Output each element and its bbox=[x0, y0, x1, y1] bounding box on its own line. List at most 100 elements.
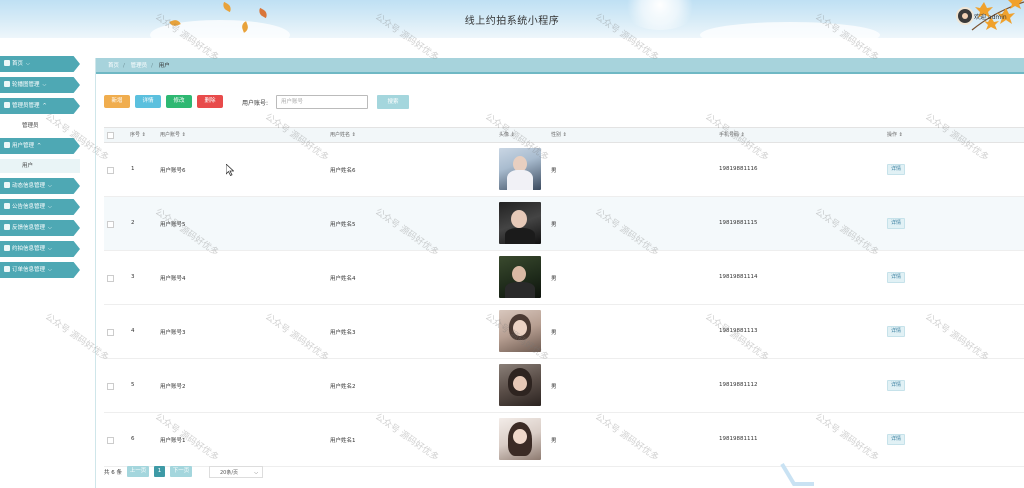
row-index: 1 bbox=[131, 166, 135, 172]
top-header: 线上约拍系统小程序 欢迎 admin bbox=[0, 0, 1024, 38]
user-name-label[interactable]: 欢迎 admin bbox=[974, 12, 1007, 21]
col-name[interactable]: 用户姓名 ⇕ bbox=[330, 128, 356, 142]
col-phone[interactable]: 手机号码 ⇕ bbox=[719, 128, 745, 142]
avatar-photo bbox=[499, 202, 541, 244]
chevron-down-icon: ⌵ bbox=[48, 204, 52, 210]
row-index: 5 bbox=[131, 382, 135, 388]
sidebar-subitem-user[interactable]: 用户 bbox=[0, 159, 80, 173]
row-detail-button[interactable]: 详情 bbox=[887, 434, 906, 445]
grid-icon bbox=[4, 224, 10, 230]
row-gender: 男 bbox=[551, 330, 557, 336]
add-button[interactable]: 新增 bbox=[104, 95, 130, 108]
chevron-down-icon: ⌵ bbox=[26, 61, 30, 67]
row-checkbox[interactable] bbox=[107, 275, 114, 282]
col-gender[interactable]: 性别 ⇕ bbox=[551, 128, 567, 142]
avatar-photo bbox=[499, 310, 541, 352]
row-detail-button[interactable]: 详情 bbox=[887, 272, 906, 283]
sidebar-item-users[interactable]: 用户管理 ^ bbox=[0, 138, 80, 154]
page-size-select[interactable]: 20条/页 ⌵ bbox=[209, 466, 263, 478]
edit-button[interactable]: 修改 bbox=[166, 95, 192, 108]
chevron-up-icon: ^ bbox=[42, 103, 47, 109]
avatar-photo bbox=[499, 148, 541, 190]
row-gender: 男 bbox=[551, 438, 557, 444]
row-name: 用户姓名3 bbox=[330, 330, 356, 336]
avatar[interactable] bbox=[956, 7, 974, 25]
chevron-down-icon: ⌵ bbox=[48, 267, 52, 273]
grid-icon bbox=[4, 81, 10, 87]
mouse-cursor-icon bbox=[226, 164, 234, 176]
user-table: 序号 ⇕ 用户账号 ⇕ 用户姓名 ⇕ 头像 ⇕ 性别 ⇕ 手机号码 ⇕ 操作 ⇕… bbox=[104, 127, 1024, 467]
row-account: 用户账号6 bbox=[160, 168, 186, 174]
folder-icon bbox=[4, 266, 10, 272]
row-checkbox[interactable] bbox=[107, 221, 114, 228]
table-row[interactable]: 3 用户账号4 用户姓名4 男 19819881114 详情 bbox=[104, 251, 1024, 305]
row-index: 2 bbox=[131, 220, 135, 226]
row-index: 4 bbox=[131, 328, 135, 334]
row-name: 用户姓名4 bbox=[330, 276, 356, 282]
table-row[interactable]: 2 用户账号5 用户姓名5 男 19819881115 详情 bbox=[104, 197, 1024, 251]
row-account: 用户账号2 bbox=[160, 384, 186, 390]
sidebar-item-posts[interactable]: 动态信息管理 ⌵ bbox=[0, 178, 80, 194]
row-index: 3 bbox=[131, 274, 135, 280]
sidebar-item-feedback[interactable]: 反馈信息管理 ⌵ bbox=[0, 220, 80, 236]
sidebar-subitem-admin[interactable]: 管理员 bbox=[0, 119, 80, 133]
sidebar-item-photoshoots[interactable]: 约拍信息管理 ⌵ bbox=[0, 241, 80, 257]
row-checkbox[interactable] bbox=[107, 383, 114, 390]
sidebar-item-admin[interactable]: 管理员管理 ^ bbox=[0, 98, 80, 114]
sidebar-item-carousel[interactable]: 轮播图管理 ⌵ bbox=[0, 77, 80, 93]
page-number-button[interactable]: 1 bbox=[154, 466, 165, 477]
user-icon bbox=[4, 142, 10, 148]
breadcrumb-home[interactable]: 首页 bbox=[108, 63, 119, 69]
row-gender: 男 bbox=[551, 384, 557, 390]
breadcrumb-level1[interactable]: 管理员 bbox=[131, 63, 148, 69]
search-input[interactable]: 用户账号 bbox=[276, 95, 368, 109]
leaf-icon bbox=[221, 1, 233, 13]
row-account: 用户账号1 bbox=[160, 438, 186, 444]
table-row[interactable]: 1 用户账号6 用户姓名6 男 19819881116 详情 bbox=[104, 143, 1024, 197]
breadcrumb-current: 用户 bbox=[158, 63, 170, 69]
chevron-up-icon: ^ bbox=[37, 143, 42, 149]
chevron-down-icon: ⌵ bbox=[48, 225, 52, 231]
prev-page-button[interactable]: 上一页 bbox=[127, 466, 149, 477]
row-name: 用户姓名2 bbox=[330, 384, 356, 390]
row-phone: 19819881114 bbox=[719, 274, 758, 280]
row-checkbox[interactable] bbox=[107, 329, 114, 336]
avatar-photo bbox=[499, 364, 541, 406]
camera-icon bbox=[4, 245, 10, 251]
breadcrumb: 首页 / 管理员 / 用户 bbox=[96, 58, 1024, 74]
row-checkbox[interactable] bbox=[107, 437, 114, 444]
sidebar: 首页 ⌵ 轮播图管理 ⌵ 管理员管理 ^ 管理员 用户管理 ^ 用户 动态信息管理 ⌵ 公… bbox=[0, 56, 86, 283]
col-account[interactable]: 用户账号 ⇕ bbox=[160, 128, 186, 142]
table-row[interactable]: 5 用户账号2 用户姓名2 男 19819881112 详情 bbox=[104, 359, 1024, 413]
grid-icon bbox=[4, 203, 10, 209]
row-gender: 男 bbox=[551, 168, 557, 174]
next-page-button[interactable]: 下一页 bbox=[170, 466, 192, 477]
row-phone: 19819881115 bbox=[719, 220, 758, 226]
detail-button[interactable]: 详情 bbox=[135, 95, 161, 108]
row-detail-button[interactable]: 详情 bbox=[887, 326, 906, 337]
row-detail-button[interactable]: 详情 bbox=[887, 164, 906, 175]
table-row[interactable]: 4 用户账号3 用户姓名3 男 19819881113 详情 bbox=[104, 305, 1024, 359]
sidebar-item-notices[interactable]: 公告信息管理 ⌵ bbox=[0, 199, 80, 215]
row-detail-button[interactable]: 详情 bbox=[887, 380, 906, 391]
main-content: 首页 / 管理员 / 用户 新增 详情 修改 删除 用户账号: 用户账号 搜索 序号… bbox=[95, 58, 1024, 488]
row-phone: 19819881113 bbox=[719, 328, 758, 334]
chevron-down-icon: ⌵ bbox=[48, 183, 52, 189]
search-button[interactable]: 搜索 bbox=[377, 95, 409, 109]
row-name: 用户姓名1 bbox=[330, 438, 356, 444]
table-row[interactable]: 6 用户账号1 用户姓名1 男 19819881111 详情 bbox=[104, 413, 1024, 467]
row-detail-button[interactable]: 详情 bbox=[887, 218, 906, 229]
chevron-down-icon: ⌵ bbox=[42, 82, 47, 88]
select-all-checkbox[interactable] bbox=[107, 132, 114, 139]
row-checkbox[interactable] bbox=[107, 167, 114, 174]
chevron-down-icon: ⌵ bbox=[254, 470, 258, 476]
col-avatar[interactable]: 头像 ⇕ bbox=[499, 128, 515, 142]
home-icon bbox=[4, 60, 10, 66]
sidebar-item-orders[interactable]: 订单信息管理 ⌵ bbox=[0, 262, 80, 278]
total-count: 共 6 条 bbox=[104, 470, 122, 476]
delete-button[interactable]: 删除 bbox=[197, 95, 223, 108]
sidebar-item-home[interactable]: 首页 ⌵ bbox=[0, 56, 80, 72]
row-name: 用户姓名5 bbox=[330, 222, 356, 228]
col-index[interactable]: 序号 ⇕ bbox=[130, 128, 146, 142]
col-action[interactable]: 操作 ⇕ bbox=[887, 128, 903, 142]
